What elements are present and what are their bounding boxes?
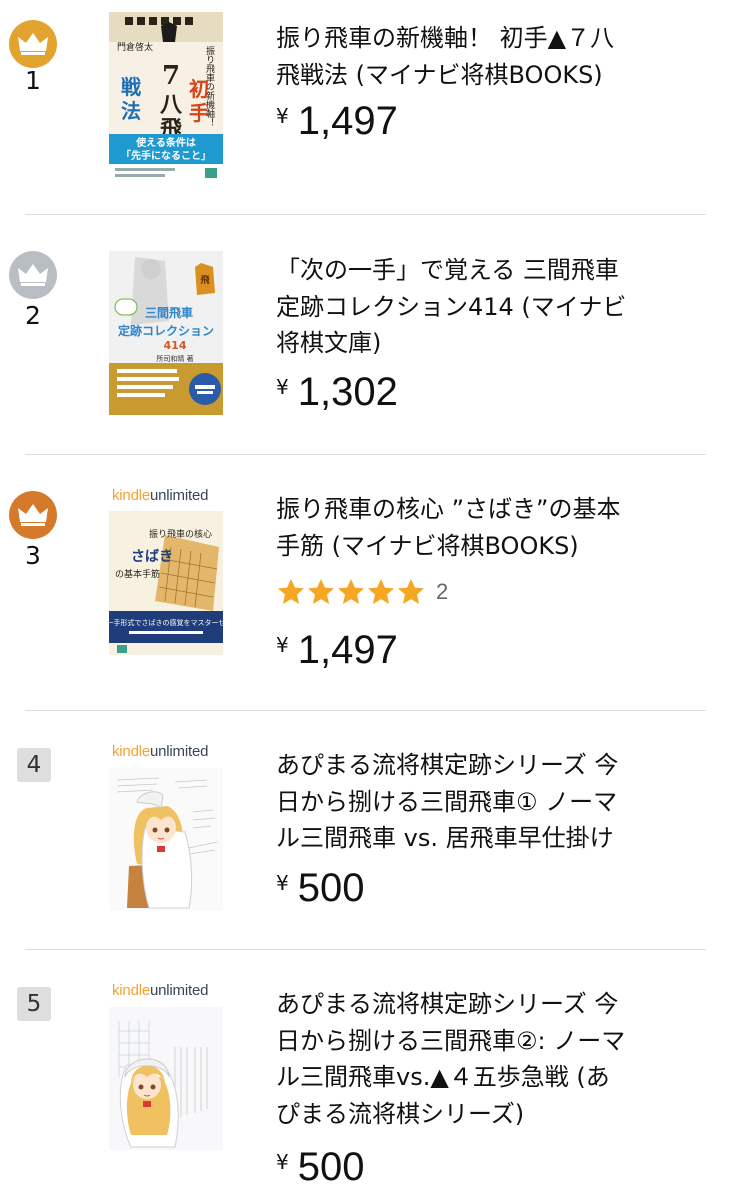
price: ¥1,497 <box>276 96 398 146</box>
svg-text:戦: 戦 <box>121 75 141 99</box>
kindle-unlimited-logo: kindleunlimited <box>112 982 209 999</box>
bestseller-list: 1 振り飛車の新機軸！ 7 八 飛 初 手 戦 法 門倉啓太 使える条件は 「先… <box>0 0 731 1200</box>
silver-crown-icon <box>9 251 57 299</box>
svg-text:飛: 飛 <box>199 275 209 286</box>
price: ¥1,302 <box>276 367 398 417</box>
review-count[interactable]: 2 <box>436 579 448 605</box>
svg-text:初: 初 <box>189 77 209 101</box>
price: ¥500 <box>276 1142 364 1192</box>
book-cover-image[interactable]: 振り飛車の新機軸！ 7 八 飛 初 手 戦 法 門倉啓太 使える条件は 「先手に… <box>109 12 223 182</box>
kindle-unlimited-logo: kindleunlimited <box>112 743 209 760</box>
product-title[interactable]: あぴまる流将棋定跡シリーズ 今 日から捌ける三間飛車① ノーマ ル三間飛車 vs… <box>276 747 716 857</box>
rank-number: 3 <box>25 541 41 570</box>
list-item[interactable]: 2 飛 三間飛車 定跡コレクション 414 所司和晴 著 「次の一手」で覚える … <box>0 215 731 454</box>
product-title[interactable]: 振り飛車の核心 ”さばき”の基本 手筋 (マイナビ将棋BOOKS) <box>276 491 716 564</box>
cover-text: さばき <box>131 549 173 565</box>
cover-text: の基本手筋 <box>115 568 160 580</box>
star-rating[interactable]: 2 <box>276 577 448 607</box>
cover-text: 振り飛車の核心 <box>149 528 212 540</box>
book-cover-image[interactable]: 飛 三間飛車 定跡コレクション 414 所司和晴 著 <box>109 251 223 415</box>
product-title[interactable]: 「次の一手」で覚える 三間飛車 定跡コレクション414 (マイナビ 将棋文庫) <box>276 252 716 362</box>
svg-text:7: 7 <box>162 61 180 91</box>
rank-number: 1 <box>25 66 41 95</box>
price: ¥1,497 <box>276 625 398 675</box>
svg-text:法: 法 <box>121 99 141 123</box>
currency-symbol: ¥ <box>276 871 289 895</box>
svg-text:手: 手 <box>189 101 209 125</box>
currency-symbol: ¥ <box>276 104 289 128</box>
price-amount: 1,302 <box>297 370 398 414</box>
rank-number: 2 <box>25 301 41 330</box>
star-icon <box>338 579 364 604</box>
cover-text: 次の一手形式でさばきの感覚をマスターせよ！ <box>109 618 223 627</box>
svg-text:「先手になること」: 「先手になること」 <box>121 149 211 162</box>
currency-symbol: ¥ <box>276 1150 289 1174</box>
book-cover-image[interactable] <box>109 1007 223 1150</box>
cover-text: 三間飛車 <box>145 305 193 320</box>
star-icon <box>278 579 304 604</box>
price-amount: 500 <box>297 1145 365 1189</box>
book-cover-image[interactable]: 振り飛車の核心 さばき の基本手筋 次の一手形式でさばきの感覚をマスターせよ！ <box>109 511 223 655</box>
list-item[interactable]: 1 振り飛車の新機軸！ 7 八 飛 初 手 戦 法 門倉啓太 使える条件は 「先… <box>0 0 731 214</box>
bronze-crown-icon <box>9 491 57 539</box>
svg-text:門倉啓太: 門倉啓太 <box>117 41 153 53</box>
cover-text: 定跡コレクション <box>118 323 214 338</box>
product-title[interactable]: あぴまる流将棋定跡シリーズ 今 日から捌ける三間飛車②: ノーマ ル三間飛車vs… <box>276 986 716 1132</box>
cover-text: 414 <box>164 339 187 352</box>
book-cover-image[interactable] <box>109 768 223 911</box>
svg-text:使える条件は: 使える条件は <box>135 136 196 149</box>
product-title[interactable]: 振り飛車の新機軸！ 初手▲７八 飛戦法 (マイナビ将棋BOOKS) <box>276 20 716 93</box>
star-icon <box>398 579 424 604</box>
svg-text:八: 八 <box>160 92 183 118</box>
price-amount: 500 <box>297 866 365 910</box>
kindle-unlimited-logo: kindleunlimited <box>112 487 209 504</box>
price: ¥500 <box>276 863 364 913</box>
list-item[interactable]: 3 kindleunlimited 振り飛車の核心 さばき の基本手筋 次の一手… <box>0 455 731 710</box>
currency-symbol: ¥ <box>276 375 289 399</box>
list-item[interactable]: 4 kindleunlimited あぴまる流将棋定跡シリーズ 今 日から捌ける… <box>0 711 731 949</box>
gold-crown-icon <box>9 20 57 68</box>
list-item[interactable]: 5 kindleunlimited あぴまる流将棋定跡シリーズ 今 日から捌ける… <box>0 950 731 1200</box>
price-amount: 1,497 <box>297 99 398 143</box>
star-icon <box>308 579 334 604</box>
star-icon <box>368 579 394 604</box>
rank-badge: 4 <box>17 748 51 782</box>
rank-badge: 5 <box>17 987 51 1021</box>
currency-symbol: ¥ <box>276 633 289 657</box>
cover-text: 所司和晴 著 <box>156 354 193 363</box>
price-amount: 1,497 <box>297 628 398 672</box>
